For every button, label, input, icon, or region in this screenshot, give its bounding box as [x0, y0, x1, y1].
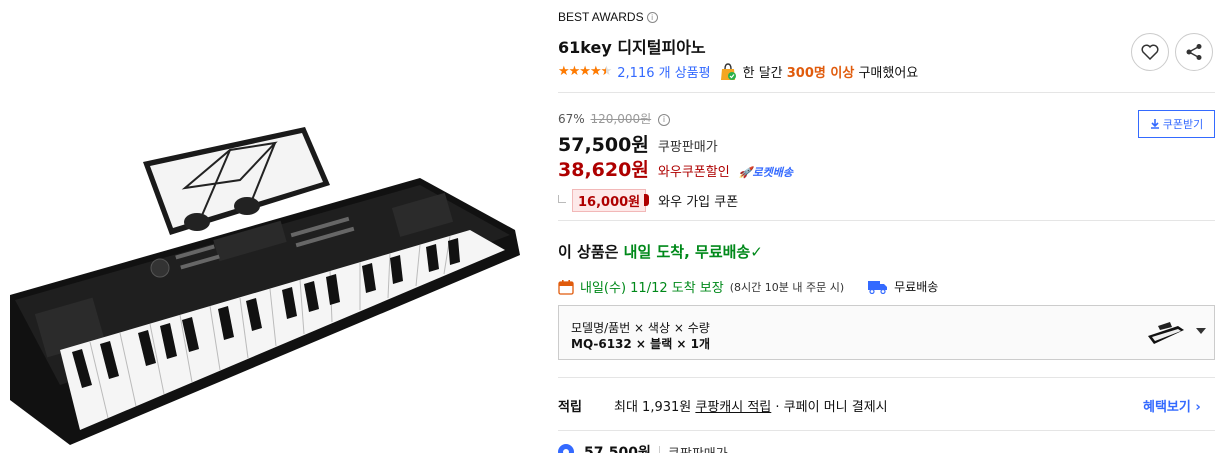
discount-rate: 67% [558, 112, 585, 126]
delivery-headline-prefix: 이 상품은 [558, 243, 619, 261]
purchase-suffix: 구매했어요 [858, 66, 919, 81]
chevron-down-icon[interactable] [1196, 328, 1206, 334]
wow-price-row: 38,620원 와우쿠폰할인 🚀로켓배송 [558, 155, 793, 182]
divider [558, 377, 1215, 378]
bag-icon [720, 62, 736, 80]
coupon-download-button[interactable]: 쿠폰받기 [1138, 110, 1215, 138]
purchase-count-text: 한 달간 300명 이상 구매했어요 [743, 62, 919, 81]
original-price: 120,000원 [590, 112, 652, 126]
sale-price-row: 57,500원 쿠팡판매가 [558, 130, 718, 157]
coupon-amount-badge: 16,000원 [572, 189, 650, 212]
free-shipping-badge: 무료배송 [868, 278, 938, 295]
info-icon[interactable]: i [658, 114, 670, 126]
rating-row: ★★★★★ ★★★★★ 2,116 개 상품평 한 달간 300명 이상 구매했어… [558, 62, 918, 81]
reward-suffix: · 쿠페이 머니 결제시 [775, 400, 888, 415]
truck-icon [868, 280, 888, 294]
best-awards-label: BEST AWARDS [558, 10, 644, 24]
view-benefits-link[interactable]: 혜택보기 › [1143, 396, 1201, 415]
option-selector[interactable]: 모델명/품번 × 색상 × 수량 MQ-6132 × 블랙 × 1개 [558, 305, 1215, 360]
coupon-label: 와우 가입 쿠폰 [658, 195, 739, 210]
rocket-delivery-badge: 🚀로켓배송 [739, 166, 793, 179]
best-awards-badge: BEST AWARDS i [558, 10, 658, 24]
option-values: MQ-6132 × 블랙 × 1개 [571, 337, 711, 351]
rocket-icon: 🚀 [738, 166, 753, 179]
reward-text: 최대 1,931원 쿠팡캐시 적립 · 쿠페이 머니 결제시 [614, 396, 888, 415]
star-rating[interactable]: ★★★★★ ★★★★★ [558, 64, 612, 79]
divider [558, 220, 1215, 221]
check-icon: ✓ [750, 243, 763, 261]
delivery-cutoff-note: (8시간 10분 내 주문 시) [729, 280, 845, 294]
seller-option-row[interactable]: 57,500원 쿠팡판매가 [558, 442, 728, 453]
seller-price-label: 쿠팡판매가 [668, 443, 728, 453]
delivery-date: 내일(수) 11/12 도착 보장 [580, 281, 724, 296]
reward-prefix: 최대 1,931원 [614, 400, 692, 415]
divider [558, 430, 1215, 431]
divider [558, 92, 1215, 93]
separator [658, 446, 660, 453]
reward-title: 적립 [558, 400, 582, 415]
delivery-date-row: 내일(수) 11/12 도착 보장 (8시간 10분 내 주문 시) 무료배송 [558, 277, 938, 296]
delivery-headline-highlight: 내일 도착, 무료배송 [623, 243, 751, 261]
discount-line: 67% 120,000원 i [558, 110, 670, 127]
review-count-link[interactable]: 2,116 개 상품평 [617, 62, 710, 81]
product-image[interactable] [0, 100, 530, 450]
tree-connector [558, 194, 566, 203]
wow-price: 38,620원 [558, 159, 649, 181]
seller-radio[interactable] [558, 444, 574, 453]
product-title: 61key 디지털피아노 [558, 38, 706, 57]
delivery-headline: 이 상품은 내일 도착, 무료배송✓ [558, 241, 763, 262]
sale-price-label: 쿠팡판매가 [657, 140, 718, 155]
share-icon [1186, 44, 1202, 60]
coupon-download-label: 쿠폰받기 [1162, 119, 1204, 131]
coupang-cash-link[interactable]: 쿠팡캐시 적립 [695, 400, 771, 415]
share-button[interactable] [1175, 33, 1213, 71]
coupon-row: 16,000원 와우 가입 쿠폰 [558, 189, 738, 212]
reward-row: 적립 최대 1,931원 쿠팡캐시 적립 · 쿠페이 머니 결제시 [558, 396, 888, 415]
download-icon [1150, 119, 1159, 129]
purchase-prefix: 한 달간 [742, 66, 783, 81]
option-thumbnail [1148, 322, 1184, 344]
wow-price-label: 와우쿠폰할인 [657, 165, 730, 180]
heart-icon [1141, 44, 1159, 60]
option-labels: 모델명/품번 × 색상 × 수량 [571, 321, 710, 335]
free-shipping-label: 무료배송 [894, 280, 939, 294]
info-icon[interactable]: i [646, 12, 658, 23]
seller-price: 57,500원 [584, 445, 651, 453]
wishlist-button[interactable] [1131, 33, 1169, 71]
sale-price: 57,500원 [558, 134, 649, 156]
purchase-highlight: 300명 이상 [786, 66, 855, 81]
calendar-icon [558, 279, 574, 295]
rocket-label: 로켓배송 [752, 166, 793, 179]
